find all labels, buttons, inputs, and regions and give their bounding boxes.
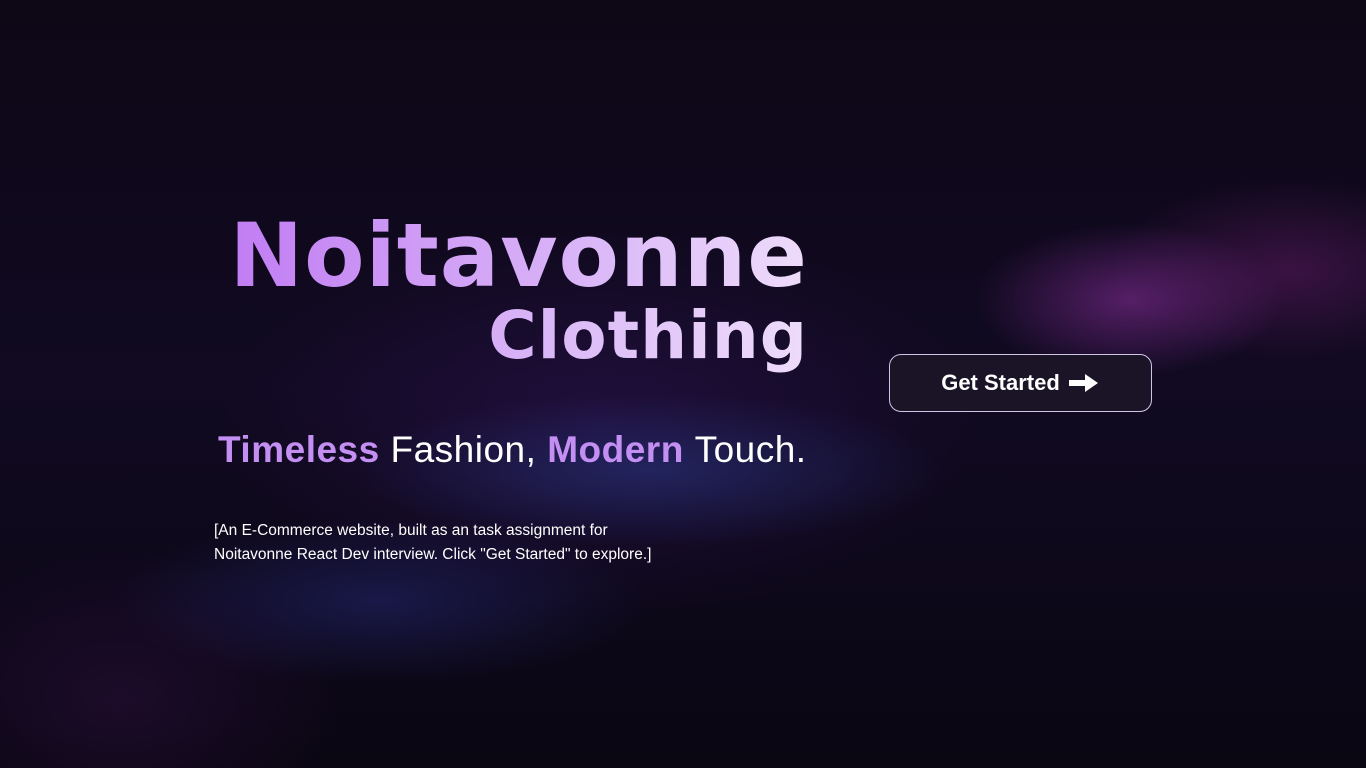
get-started-button[interactable]: Get Started (889, 354, 1152, 412)
hero-section: Noitavonne Clothing Timeless Fashion, Mo… (0, 0, 1366, 768)
brand-name: Noitavonne (218, 206, 808, 306)
brand-subtitle: Clothing (218, 296, 808, 376)
arrow-right-icon (1068, 372, 1100, 394)
tagline-word-timeless: Timeless (218, 429, 380, 470)
get-started-label: Get Started (941, 370, 1060, 395)
tagline-word-modern: Modern (547, 429, 684, 470)
tagline-word-touch: Touch. (694, 429, 807, 470)
site-description: [An E-Commerce website, built as an task… (214, 519, 684, 567)
brand-logo-text: Noitavonne Clothing (218, 206, 808, 376)
tagline: Timeless Fashion, Modern Touch. (218, 428, 807, 472)
description-line-2: Noitavonne React Dev interview. Click "G… (214, 546, 652, 563)
description-line-1: [An E-Commerce website, built as an task… (214, 522, 608, 539)
tagline-word-fashion: Fashion, (390, 429, 537, 470)
